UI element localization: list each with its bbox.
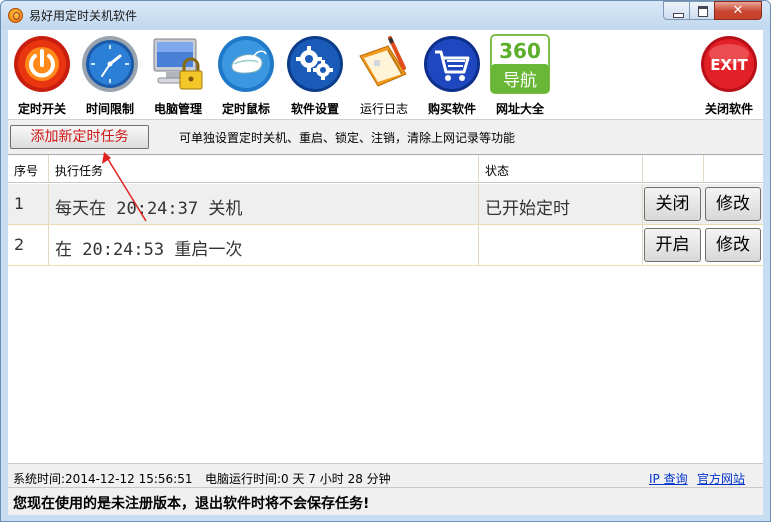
edit-task-button[interactable]: 修改 [705,187,761,221]
unregistered-notice: 您现在使用的是未注册版本，退出软件时将不会保存任务! [8,487,763,515]
toolbar-label: 软件设置 [290,102,339,116]
row-status: 已开始定时 [485,199,570,219]
action-bar: 添加新定时任务 可单独设置定时关机、重启、锁定、注销，清除上网记录等功能 [8,120,763,154]
toggle-task-button[interactable]: 开启 [644,228,701,262]
toolbar-label: 电脑管理 [153,102,202,116]
column-divider [642,184,643,224]
column-divider [642,155,643,182]
table-row[interactable]: 2 在 20:24:53 重启一次 开启 修改 [8,225,763,266]
exit-icon: EXIT [701,36,757,92]
table-header: 序号 执行任务 状态 [8,155,763,183]
column-divider [48,225,49,265]
toolbar-time-limit[interactable]: 时间限制 [76,32,144,118]
minimize-button[interactable] [663,1,690,20]
toolbar-label: 关闭软件 [704,102,753,116]
toolbar-label: 时间限制 [85,102,134,116]
window-title: 易好用定时关机软件 [29,9,138,23]
column-divider [48,155,49,182]
clock-icon [82,36,138,92]
row-task: 在 20:24:53 重启一次 [55,240,243,260]
toolbar-label: 网址大全 [495,102,544,116]
add-task-button[interactable]: 添加新定时任务 [10,125,149,149]
edit-task-button[interactable]: 修改 [705,228,761,262]
main-panel: 定时开关 时间限制 电脑管理 定时鼠标 软件设置 运行日志 购买软件 360 导… [8,30,763,515]
toolbar: 定时开关 时间限制 电脑管理 定时鼠标 软件设置 运行日志 购买软件 360 导… [8,30,763,119]
toolbar-label: 定时开关 [17,102,66,116]
header-index: 序号 [14,164,39,178]
toolbar-run-log[interactable]: 运行日志 [350,32,418,118]
app-window: 易好用定时关机软件 ✕ 定时开关 时间限制 电脑管理 定时鼠标 软件设置 运行日… [0,0,771,522]
column-divider [642,225,643,265]
nav-badge-top: 360 [499,39,541,63]
table-row[interactable]: 1 每天在 20:24:37 关机 已开始定时 关闭 修改 [8,184,763,225]
log-book-icon [359,36,407,87]
toolbar-computer-manage[interactable]: 电脑管理 [144,32,212,118]
power-icon [14,36,70,92]
close-window-button[interactable]: ✕ [714,1,762,20]
toolbar-exit-software[interactable]: EXIT 关闭软件 [695,32,763,118]
status-bar: 系统时间:2014-12-12 15:56:51 电脑运行时间:0 天 7 小时… [8,463,763,488]
column-divider [478,225,479,265]
column-divider [703,155,704,182]
ip-query-link[interactable]: IP 查询 [649,470,688,487]
title-bar[interactable]: 易好用定时关机软件 ✕ [1,1,770,29]
header-task: 执行任务 [55,164,104,178]
column-divider [48,184,49,224]
row-index: 1 [14,194,25,213]
exit-badge: EXIT [710,56,748,74]
toolbar-label: 定时鼠标 [221,102,270,116]
app-logo-icon [8,8,23,23]
360-nav-icon: 360 导航 [490,34,550,94]
notice-text: 您现在使用的是未注册版本，退出软件时将不会保存任务! [13,496,370,512]
row-task: 每天在 20:24:37 关机 [55,199,243,219]
toolbar-label: 运行日志 [359,102,408,116]
column-divider [478,184,479,224]
system-time: 系统时间:2014-12-12 15:56:51 [13,472,193,486]
uptime: 电脑运行时间:0 天 7 小时 28 分钟 [205,472,391,486]
toolbar-buy-software[interactable]: 购买软件 [418,32,486,118]
toolbar-web-directory[interactable]: 360 导航 网址大全 [486,32,554,118]
toolbar-label: 购买软件 [427,102,476,116]
row-index: 2 [14,235,25,254]
official-site-link[interactable]: 官方网站 [697,470,745,487]
feature-hint: 可单独设置定时关机、重启、锁定、注销，清除上网记录等功能 [179,131,516,145]
toolbar-settings[interactable]: 软件设置 [281,32,349,118]
toggle-task-button[interactable]: 关闭 [644,187,701,221]
task-table: 序号 执行任务 状态 1 每天在 20:24:37 关机 已开始定时 关闭 修改 [8,154,763,464]
toolbar-timer-switch[interactable]: 定时开关 [8,32,76,118]
nav-badge-bottom: 导航 [503,71,537,91]
gear-icon [287,36,343,92]
toolbar-timer-mouse[interactable]: 定时鼠标 [212,32,280,118]
close-icon: ✕ [732,3,744,18]
header-status: 状态 [485,164,510,178]
mouse-icon [218,36,274,92]
column-divider [478,155,479,182]
computer-lock-icon [153,38,203,90]
maximize-button[interactable] [689,1,715,20]
cart-icon [424,36,480,92]
